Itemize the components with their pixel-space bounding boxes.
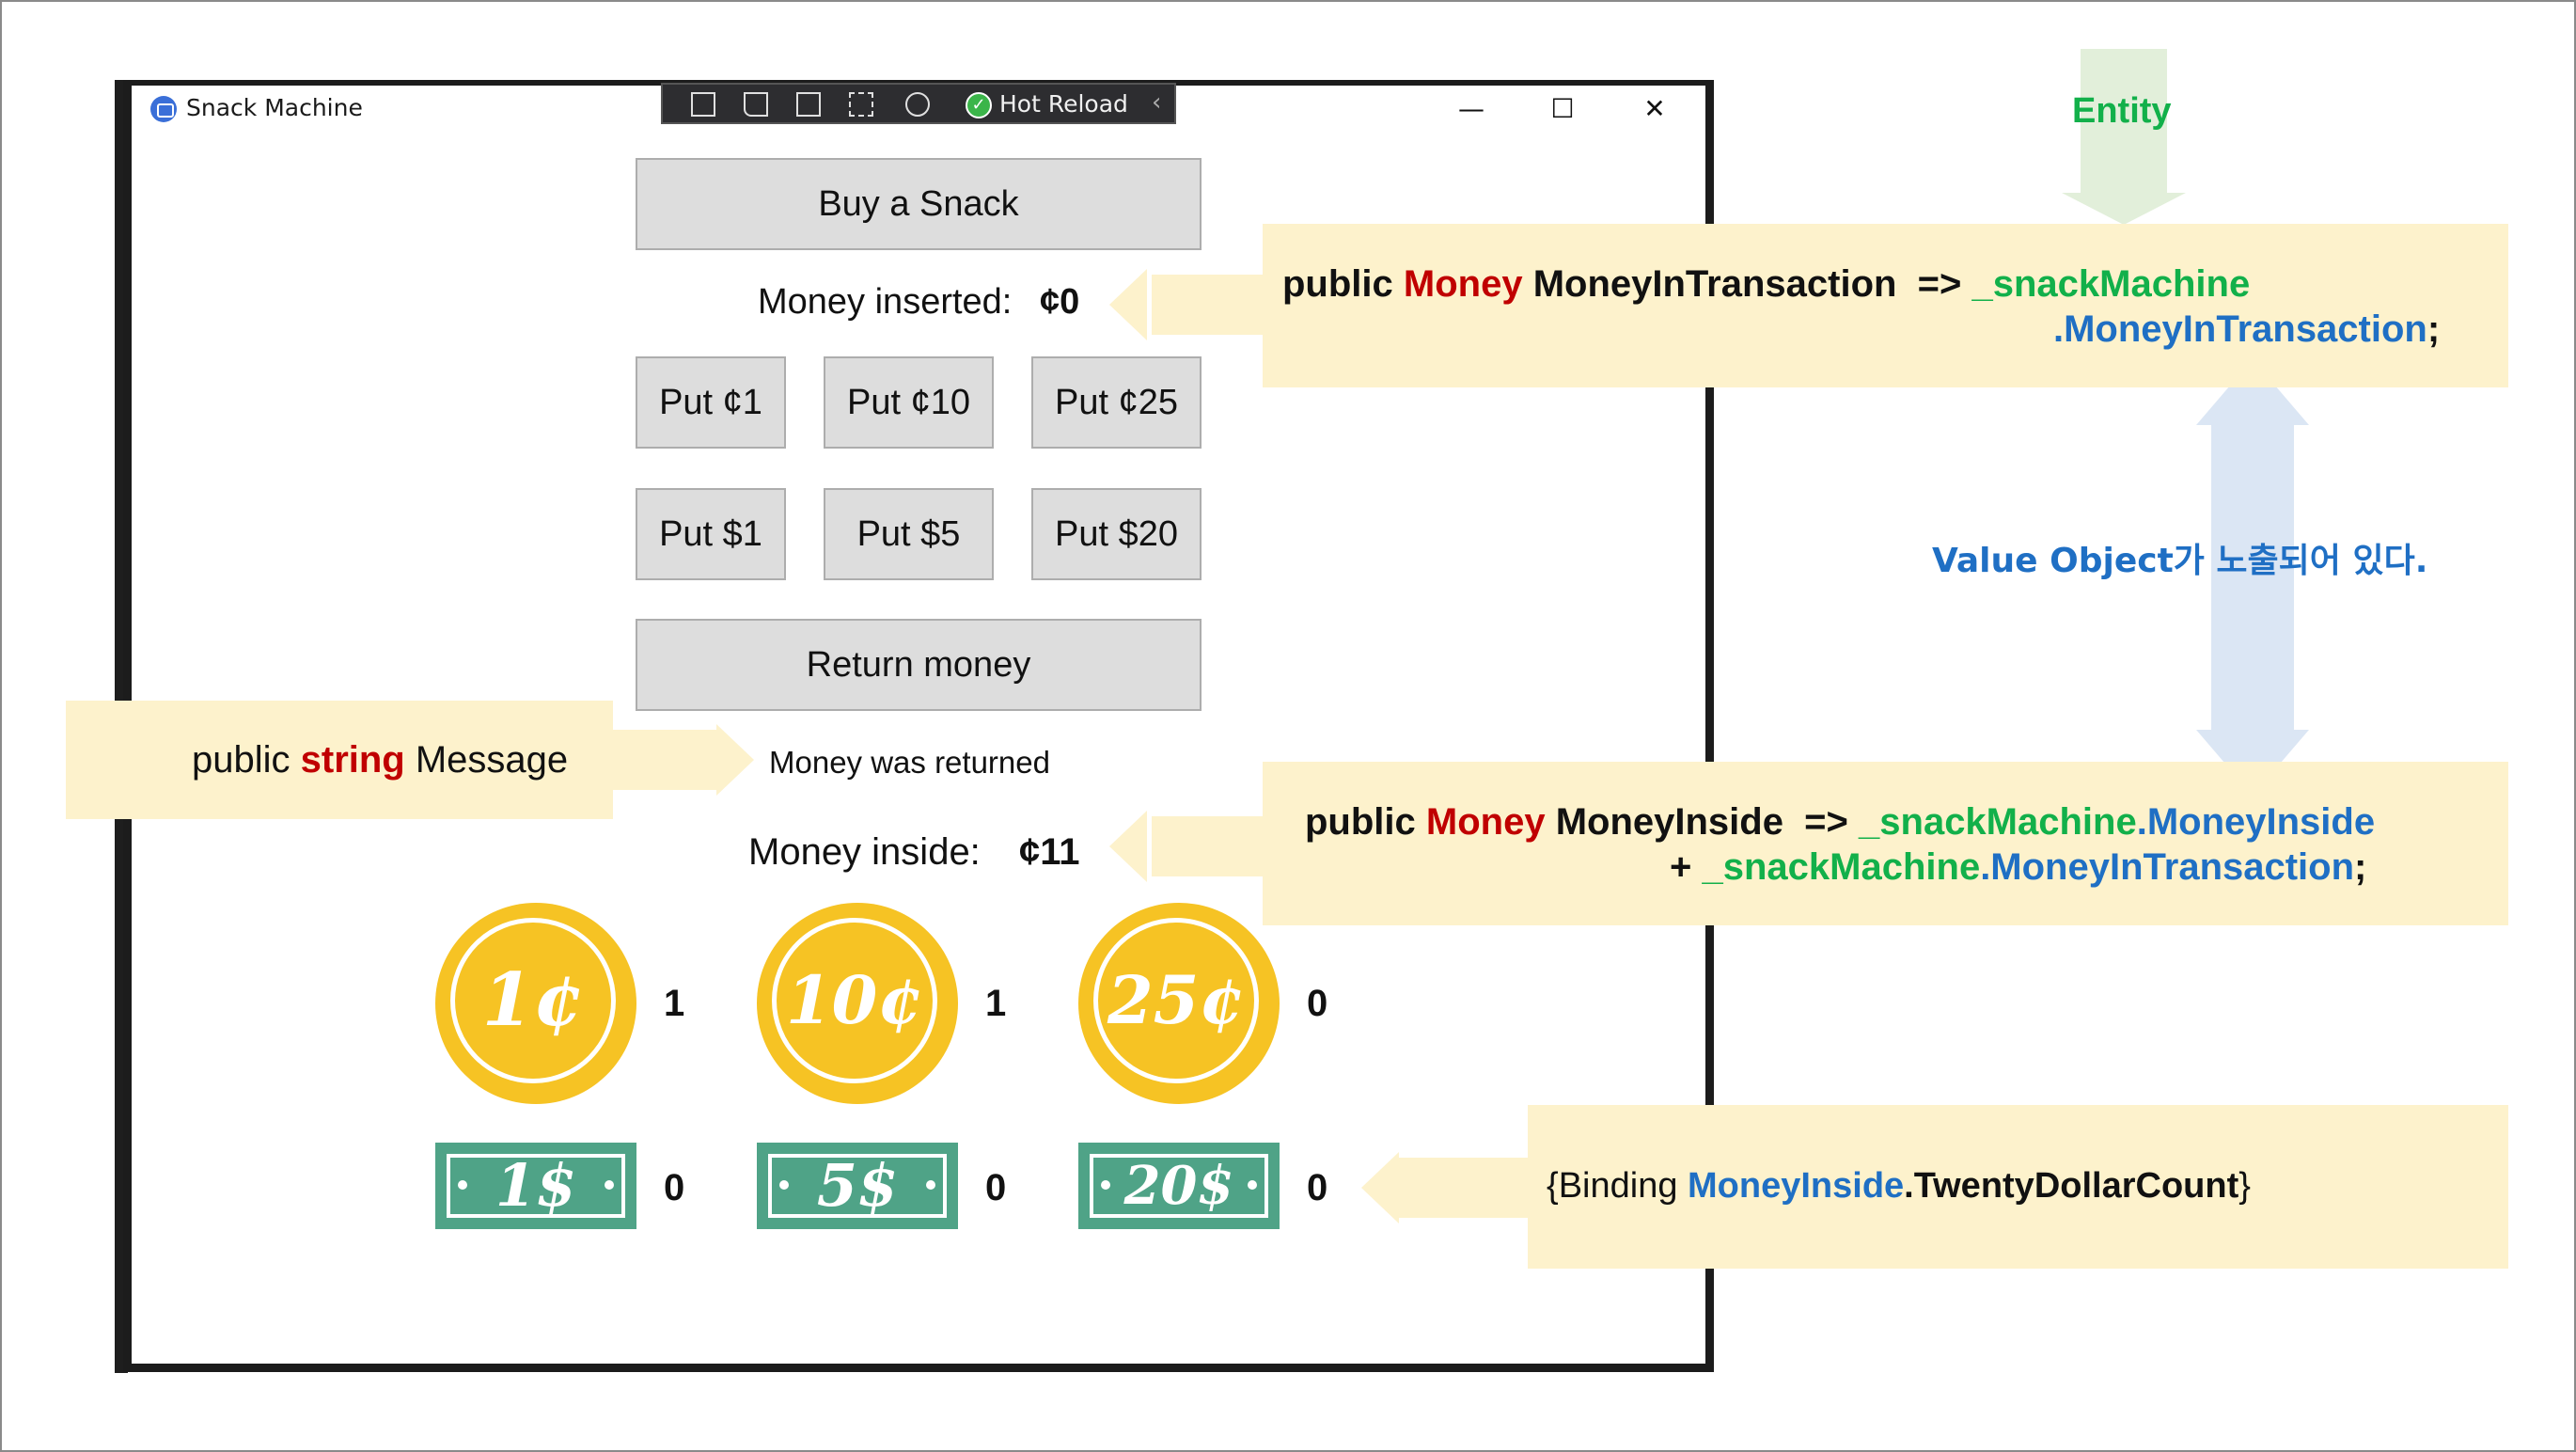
entity-label: Entity	[2072, 91, 2172, 131]
coin-10-cent: 10¢	[757, 903, 958, 1104]
message-code: public string Message	[192, 739, 568, 781]
bill-1-dollar-label: 1$	[447, 1154, 625, 1218]
app-icon	[150, 96, 177, 122]
bill-ornament	[1101, 1180, 1110, 1190]
bill-ornament	[926, 1180, 935, 1190]
hot-reload-label[interactable]: Hot Reload	[999, 90, 1128, 118]
return-money-button[interactable]: Return money	[636, 619, 1202, 711]
inside-arrow-head	[1109, 811, 1147, 882]
bill-20-dollar: 20$	[1078, 1143, 1280, 1229]
entity-arrow-head	[2062, 193, 2186, 225]
window-title: Snack Machine	[186, 94, 363, 121]
money-inside-code: public Money MoneyInside => _snackMachin…	[1305, 801, 2375, 844]
code-binding-property: .TwentyDollarCount	[1904, 1166, 2239, 1206]
bill-ornament	[1248, 1180, 1257, 1190]
code-keyword: public	[1305, 801, 1426, 843]
money-inserted-value: ¢0	[1040, 282, 1080, 322]
live-visual-tree-icon[interactable]	[691, 92, 715, 117]
code-field: _snackMachine	[1859, 801, 2137, 843]
transaction-arrow-head	[1109, 269, 1147, 340]
code-type: Money	[1425, 801, 1546, 843]
message-arrow-head	[716, 724, 754, 796]
code-binding-close: }	[2238, 1166, 2251, 1206]
value-object-label: Value Object가 노출되어 있다.	[1932, 542, 2428, 580]
bill-20-dollar-label: 20$	[1090, 1154, 1268, 1218]
code-semicolon: ;	[2427, 308, 2441, 350]
coin-25-cent-count: 0	[1307, 983, 1328, 1024]
money-inside-code-line2: + _snackMachine.MoneyInTransaction;	[1670, 846, 2366, 889]
money-in-transaction-code: public Money MoneyInTransaction => _snac…	[1282, 263, 2250, 306]
message-arrow-shaft	[611, 730, 718, 790]
coin-1-cent-count: 1	[664, 983, 685, 1024]
minimize-button[interactable]: —	[1443, 90, 1500, 128]
bill-ornament	[779, 1180, 789, 1190]
code-property: .MoneyInTransaction	[2053, 308, 2427, 350]
coin-10-cent-label: 10¢	[772, 918, 937, 1083]
coin-25-cent-label: 25¢	[1093, 918, 1259, 1083]
coin-25-cent: 25¢	[1078, 903, 1280, 1104]
code-binding-path: MoneyInside	[1688, 1166, 1905, 1206]
bill-20-dollar-count: 0	[1307, 1167, 1328, 1208]
bill-1-dollar: 1$	[435, 1143, 636, 1229]
put-1-cent-button[interactable]: Put ¢1	[636, 356, 786, 449]
inside-arrow-shaft	[1152, 816, 1264, 876]
code-member: MoneyInside =>	[1545, 801, 1860, 843]
binding-arrow-shaft	[1399, 1158, 1531, 1218]
code-semicolon: ;	[2354, 846, 2367, 888]
code-field: _snackMachine	[1971, 263, 2251, 305]
code-property: .MoneyInTransaction	[1980, 846, 2355, 888]
coin-1-cent-label: 1¢	[450, 918, 616, 1083]
binding-arrow-head	[1361, 1152, 1399, 1223]
maximize-button[interactable]: ☐	[1534, 90, 1591, 128]
buy-snack-button[interactable]: Buy a Snack	[636, 158, 1202, 250]
money-inserted-label: Money inserted:	[758, 282, 1013, 322]
money-inside-note	[1263, 762, 2508, 925]
display-adorners-icon[interactable]	[796, 92, 821, 117]
binding-failures-icon[interactable]	[905, 92, 930, 117]
bill-5-dollar-count: 0	[985, 1167, 1007, 1208]
money-in-transaction-note	[1263, 224, 2508, 387]
coin-1-cent: 1¢	[435, 903, 636, 1104]
code-type: string	[300, 739, 405, 781]
put-20-dollar-button[interactable]: Put $20	[1031, 488, 1202, 580]
transaction-arrow-shaft	[1152, 275, 1264, 335]
put-25-cent-button[interactable]: Put ¢25	[1031, 356, 1202, 449]
money-inside-value: ¢11	[1019, 831, 1080, 873]
code-keyword: public	[192, 739, 301, 781]
money-in-transaction-code-line2: .MoneyInTransaction;	[2053, 308, 2440, 351]
coin-10-cent-count: 1	[985, 983, 1007, 1024]
bill-5-dollar: 5$	[757, 1143, 958, 1229]
put-5-dollar-button[interactable]: Put $5	[824, 488, 994, 580]
hot-reload-check-icon: ✓	[966, 92, 992, 118]
bill-1-dollar-count: 0	[664, 1167, 685, 1208]
track-focus-icon[interactable]	[849, 92, 873, 117]
bill-ornament	[605, 1180, 614, 1190]
close-button[interactable]: ✕	[1626, 90, 1683, 128]
select-element-icon[interactable]	[744, 92, 768, 117]
code-operator: +	[1670, 846, 1703, 888]
xaml-debug-toolbar: ✓ Hot Reload ‹	[661, 83, 1176, 124]
message-text: Money was returned	[769, 745, 1050, 780]
bill-5-dollar-label: 5$	[768, 1154, 947, 1218]
code-property: .MoneyInside	[2136, 801, 2376, 843]
put-1-dollar-button[interactable]: Put $1	[636, 488, 786, 580]
binding-code: {Binding MoneyInside.TwentyDollarCount}	[1547, 1166, 2251, 1207]
code-type: Money	[1403, 263, 1523, 305]
collapse-chevron-icon[interactable]: ‹	[1152, 88, 1161, 117]
code-member: MoneyInTransaction =>	[1522, 263, 1972, 305]
put-10-cent-button[interactable]: Put ¢10	[824, 356, 994, 449]
money-inside-label: Money inside:	[748, 831, 981, 873]
bill-ornament	[458, 1180, 467, 1190]
code-field: _snackMachine	[1702, 846, 1981, 888]
code-member: Message	[404, 739, 569, 781]
code-keyword: public	[1282, 263, 1404, 305]
code-binding-open: {Binding	[1547, 1166, 1689, 1206]
